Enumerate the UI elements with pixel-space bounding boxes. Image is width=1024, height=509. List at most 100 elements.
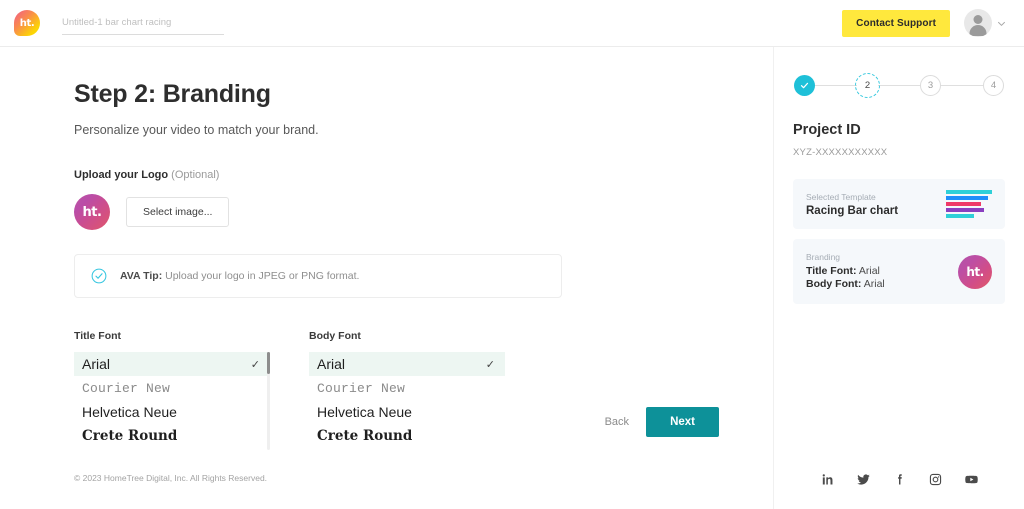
thumbnail-bar-4 xyxy=(946,208,984,212)
selected-template-kicker: Selected Template xyxy=(806,191,876,202)
stepper-step-3-label: 3 xyxy=(927,80,934,91)
title-font-option-crete-round-label: Crete Round xyxy=(82,428,178,444)
selected-template-card[interactable]: Selected Template Racing Bar chart xyxy=(793,179,1005,229)
title-font-option-arial-label: Arial xyxy=(82,356,111,372)
thumbnail-bar-3 xyxy=(946,202,981,206)
branding-body-font-line: Body Font: Arial xyxy=(806,278,885,290)
body-font-label: Body Font xyxy=(309,330,361,342)
avatar-body-shape xyxy=(969,25,987,36)
branding-title-font-line: Title Font: Arial xyxy=(806,265,885,277)
project-title-underline xyxy=(62,33,224,35)
title-font-list[interactable]: Arial ✓ Courier New Helvetica Neue Crete… xyxy=(74,352,270,450)
body-font-option-helvetica-neue[interactable]: Helvetica Neue xyxy=(309,400,505,424)
body-font-arial-check-icon: ✓ xyxy=(485,358,495,371)
top-bar: ht. Contact Support xyxy=(0,0,1024,47)
stepper-line-1 xyxy=(815,85,857,86)
wizard-navigation: Back Next xyxy=(605,407,719,437)
stepper-line-3 xyxy=(941,85,983,86)
stepper-step-2-active-ring xyxy=(855,73,880,98)
title-font-option-courier-new-label: Courier New xyxy=(82,380,171,396)
body-font-option-arial[interactable]: Arial ✓ xyxy=(309,352,505,376)
branding-summary-card[interactable]: Branding Title Font: Arial Body Font: Ar… xyxy=(793,239,1005,304)
body-font-list[interactable]: Arial ✓ Courier New Helvetica Neue Crete… xyxy=(309,352,505,448)
project-title-field[interactable] xyxy=(62,12,224,35)
ava-tip-text: AVA Tip: Upload your logo in JPEG or PNG… xyxy=(120,270,359,282)
selected-template-title: Racing Bar chart xyxy=(806,204,899,217)
body-wrapper: Step 2: Branding Personalize your video … xyxy=(0,47,1024,509)
logo-wordmark: ht. xyxy=(19,17,35,29)
project-id-heading: Project ID xyxy=(793,122,861,138)
thumbnail-bar-5 xyxy=(946,214,974,218)
branding-logo-wordmark: ht. xyxy=(966,264,984,279)
app-root: ht. Contact Support Step 2: Branding Per xyxy=(0,0,1024,509)
logo-preview[interactable]: ht. xyxy=(74,194,110,230)
facebook-icon[interactable] xyxy=(892,472,907,487)
project-title-input[interactable] xyxy=(62,16,224,35)
social-links xyxy=(774,472,1024,487)
ava-tip-box: AVA Tip: Upload your logo in JPEG or PNG… xyxy=(74,254,562,298)
upload-logo-label-text: Upload your Logo xyxy=(74,169,169,181)
check-circle-icon xyxy=(91,268,107,284)
stepper-step-1[interactable] xyxy=(794,75,815,96)
title-font-label: Title Font xyxy=(74,330,122,342)
contact-support-button[interactable]: Contact Support xyxy=(842,9,950,37)
stepper-step-2[interactable]: 2 xyxy=(855,73,880,98)
upload-logo-optional-text: (Optional) xyxy=(171,169,220,181)
account-menu[interactable] xyxy=(964,9,1006,37)
upload-logo-label: Upload your Logo (Optional) xyxy=(74,169,773,181)
branding-summary-text-group: Branding Title Font: Arial Body Font: Ar… xyxy=(806,252,885,291)
back-button[interactable]: Back xyxy=(605,416,629,428)
hometree-logo-icon[interactable]: ht. xyxy=(14,10,40,36)
chevron-down-icon[interactable] xyxy=(997,19,1006,28)
branding-logo-preview: ht. xyxy=(958,254,992,289)
title-font-option-courier-new[interactable]: Courier New xyxy=(74,376,270,400)
twitter-icon[interactable] xyxy=(856,472,871,487)
body-font-option-crete-round[interactable]: Crete Round xyxy=(309,424,505,448)
racing-bar-chart-thumbnail xyxy=(946,190,992,218)
branding-body-font-label: Body Font: xyxy=(806,278,862,290)
body-font-option-arial-label: Arial xyxy=(317,356,346,372)
body-font-option-courier-new-label: Courier New xyxy=(317,380,406,396)
title-font-list-scrollbar[interactable] xyxy=(267,352,270,450)
top-bar-right: Contact Support xyxy=(842,9,1006,37)
stepper-step-3[interactable]: 3 xyxy=(920,75,941,96)
title-font-scrollbar-thumb[interactable] xyxy=(267,352,270,374)
title-font-option-arial[interactable]: Arial ✓ xyxy=(74,352,270,376)
instagram-icon[interactable] xyxy=(928,472,943,487)
select-image-button[interactable]: Select image... xyxy=(126,197,230,227)
upload-logo-row: ht. Select image... xyxy=(74,194,773,230)
youtube-icon[interactable] xyxy=(964,472,979,487)
ava-tip-body: Upload your logo in JPEG or PNG format. xyxy=(162,270,360,282)
wizard-stepper: 2 3 4 xyxy=(793,73,1005,98)
next-button[interactable]: Next xyxy=(646,407,719,437)
body-font-option-crete-round-label: Crete Round xyxy=(317,428,413,444)
page-title: Step 2: Branding xyxy=(74,80,271,108)
title-font-option-helvetica-neue-label: Helvetica Neue xyxy=(82,404,177,420)
ava-tip-label: AVA Tip: xyxy=(120,270,163,282)
body-font-option-helvetica-neue-label: Helvetica Neue xyxy=(317,404,412,420)
title-font-option-helvetica-neue[interactable]: Helvetica Neue xyxy=(74,400,270,424)
stepper-step-4-label: 4 xyxy=(990,80,997,91)
branding-title-font-value: Arial xyxy=(856,265,880,277)
page-subtitle: Personalize your video to match your bra… xyxy=(74,123,319,137)
check-icon xyxy=(800,82,809,89)
project-id-value: XYZ-XXXXXXXXXXX xyxy=(793,147,888,158)
branding-title-font-label: Title Font: xyxy=(806,265,857,277)
title-font-option-crete-round[interactable]: Crete Round xyxy=(74,424,270,448)
title-font-arial-check-icon: ✓ xyxy=(250,358,260,371)
stepper-step-4[interactable]: 4 xyxy=(983,75,1004,96)
avatar-head-shape xyxy=(973,15,983,24)
main-content: Step 2: Branding Personalize your video … xyxy=(0,47,773,509)
branding-body-font-value: Arial xyxy=(861,278,885,290)
linkedin-icon[interactable] xyxy=(820,472,835,487)
thumbnail-bar-2 xyxy=(946,196,989,200)
logo-preview-wordmark: ht. xyxy=(82,204,102,220)
stepper-line-2 xyxy=(878,85,920,86)
side-panel: 2 3 4 Project ID XYZ-XXXXXXXXXXX Selecte… xyxy=(773,47,1024,509)
body-font-option-courier-new[interactable]: Courier New xyxy=(309,376,505,400)
branding-kicker: Branding xyxy=(806,252,841,262)
title-font-column: Title Font Arial ✓ Courier New Helvetica… xyxy=(74,330,270,450)
thumbnail-bar-1 xyxy=(946,190,992,194)
avatar[interactable] xyxy=(964,9,992,37)
copyright-text: © 2023 HomeTree Digital, Inc. All Rights… xyxy=(74,473,268,483)
